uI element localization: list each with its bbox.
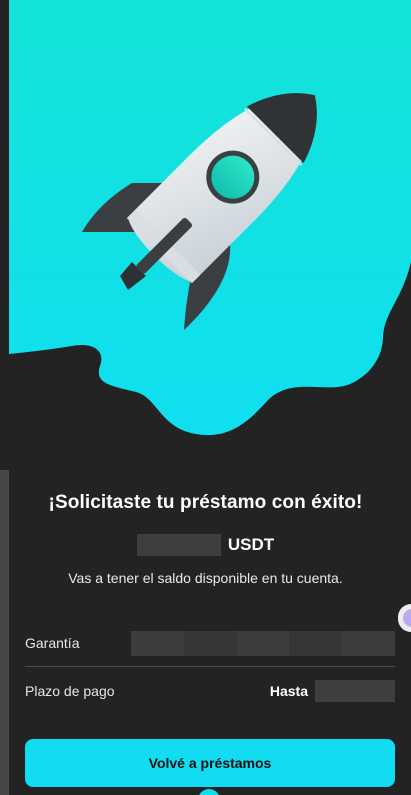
payment-term-prefix: Hasta [269,683,308,699]
payment-term-label: Plazo de pago [25,683,115,699]
success-title: ¡Solicitaste tu préstamo con éxito! [48,492,363,513]
success-subtitle: Vas a tener el saldo disponible en tu cu… [68,570,343,586]
details-divider [25,666,395,667]
payment-term-date-redacted [315,680,395,702]
guarantee-row: Garantía [25,628,395,658]
guarantee-value-redacted [131,631,395,656]
amount-currency: USDT [227,535,275,554]
payment-term-row: Plazo de pago Hasta [25,676,395,706]
amount-value-redacted [136,534,221,556]
assistant-avatar-icon [403,609,411,627]
back-to-loans-button[interactable]: Volvé a préstamos [25,739,395,787]
app-screen: ¡Solicitaste tu préstamo con éxito! USDT… [0,0,411,795]
rocket-illustration [0,0,411,470]
guarantee-label: Garantía [25,635,80,651]
payment-term-value: Hasta [270,676,395,706]
loan-amount: USDT [0,534,411,556]
floating-assistant-handle[interactable] [398,604,411,632]
scroll-indicator [198,789,220,795]
